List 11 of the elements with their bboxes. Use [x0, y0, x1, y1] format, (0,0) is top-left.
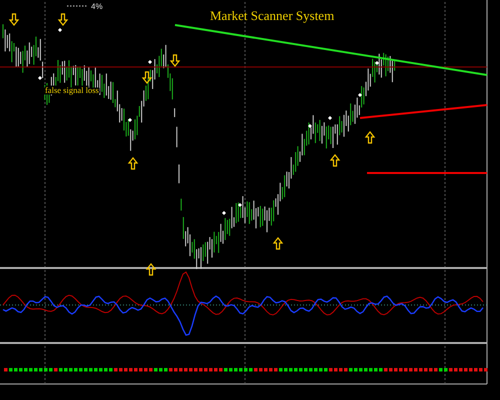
up-arrow-icon [128, 157, 138, 170]
down-arrow-icon [142, 71, 152, 84]
indicator-value: 4% [91, 2, 103, 11]
up-arrow-icon [146, 263, 156, 276]
up-arrow-icon [272, 237, 284, 250]
down-arrow-icon [8, 13, 20, 26]
up-arrow-icon [364, 131, 376, 144]
down-arrow-icon [58, 13, 68, 26]
up-arrow-icon [330, 154, 340, 167]
down-arrow-icon [170, 54, 180, 67]
chart-title: Market Scanner System [210, 8, 334, 23]
